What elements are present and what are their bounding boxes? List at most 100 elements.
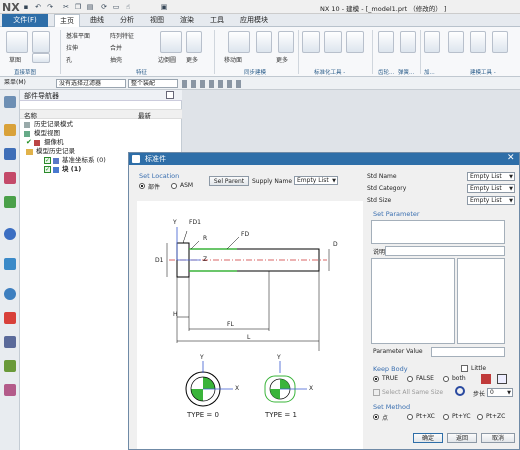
standard-tool-3-icon[interactable]	[346, 31, 364, 53]
gear-tool-icon[interactable]	[378, 31, 394, 53]
select-all-checkbox[interactable]	[373, 389, 380, 396]
tree-node-model-views[interactable]: 模型视图	[34, 129, 60, 138]
datum-plane-button[interactable]: 基准平面	[66, 31, 90, 40]
std-name-dropdown[interactable]: Empty List	[467, 172, 515, 181]
repeat-command-icon[interactable]: ⟳	[100, 3, 108, 11]
square-tool-icon[interactable]	[492, 31, 508, 53]
sel-parent-button[interactable]: Sel Parent	[209, 176, 249, 186]
sync-tools-icon[interactable]	[256, 31, 272, 53]
parameter-text-area[interactable]	[371, 220, 505, 244]
label-fd: FD	[241, 231, 250, 238]
radio-pt-xc[interactable]	[407, 414, 413, 422]
roles-icon[interactable]	[4, 360, 16, 372]
tab-curve[interactable]: 曲线	[84, 14, 110, 27]
radio-pt-yc[interactable]	[443, 414, 449, 422]
pull-button[interactable]: 拉伸	[66, 43, 78, 52]
reuse-library-icon[interactable]	[4, 196, 16, 208]
parameter-list[interactable]	[371, 258, 455, 344]
radio-pt-zc[interactable]	[477, 414, 483, 422]
hole-button[interactable]: 孔	[66, 55, 72, 64]
copy-icon[interactable]: ❐	[74, 3, 82, 11]
settings-icon[interactable]	[4, 96, 16, 108]
tab-analysis[interactable]: 分析	[114, 14, 140, 27]
web-browser-icon[interactable]	[4, 228, 16, 240]
tree-node-history-mode[interactable]: 历史记录模式	[34, 120, 73, 129]
ok-button[interactable]: 确定	[413, 433, 443, 443]
label-d: D	[333, 241, 338, 248]
tree-node-cameras[interactable]: 摄像机	[44, 138, 64, 147]
tab-applications[interactable]: 应用模块	[234, 14, 274, 27]
navigator-close-icon[interactable]	[166, 91, 174, 99]
supply-name-dropdown[interactable]: Empty List	[294, 176, 338, 185]
snap-tools-icons[interactable]	[182, 80, 242, 88]
std-name-label: Std Name	[367, 173, 397, 180]
parameter-values-list[interactable]	[457, 258, 505, 344]
save-icon[interactable]: ▪	[22, 3, 30, 11]
tree-node-model-history[interactable]: 模型历史记录	[36, 147, 75, 156]
std-size-dropdown[interactable]: Empty List	[467, 196, 515, 205]
shell-button[interactable]: 抽壳	[110, 55, 122, 64]
system-materials-icon[interactable]	[4, 312, 16, 324]
radio-both[interactable]	[443, 376, 449, 384]
palette-icon[interactable]	[4, 384, 16, 396]
table-icon[interactable]	[497, 374, 507, 384]
little-checkbox[interactable]	[461, 365, 468, 372]
color-icon[interactable]	[481, 374, 491, 384]
tree-node-datum-csys[interactable]: 基准坐标系 (0)	[62, 156, 106, 165]
std-category-dropdown[interactable]: Empty List	[467, 184, 515, 193]
tab-home[interactable]: 主页	[54, 14, 80, 27]
circle-icon[interactable]	[455, 386, 465, 396]
constraint-navigator-icon[interactable]	[4, 172, 16, 184]
paste-icon[interactable]: ▤	[86, 3, 94, 11]
tree-node-block[interactable]: 块 (1)	[62, 165, 81, 174]
menu-button[interactable]: 菜单(M)	[2, 79, 42, 88]
move-face-icon[interactable]	[228, 31, 250, 53]
checkbox-block[interactable]: ✓	[44, 166, 51, 173]
radio-point[interactable]	[373, 414, 379, 422]
file-menu[interactable]: 文件(F)	[2, 14, 48, 27]
radio-false[interactable]	[407, 376, 413, 384]
radio-true[interactable]	[373, 376, 379, 384]
back-button[interactable]: 返回	[447, 433, 477, 443]
standard-tool-icon[interactable]	[302, 31, 320, 53]
column-name[interactable]: 名称	[24, 110, 37, 120]
undo-icon[interactable]: ↶	[34, 3, 42, 11]
assembly-navigator-icon[interactable]	[4, 148, 16, 160]
edge-blend-icon[interactable]	[160, 31, 182, 53]
window-icon[interactable]: ▭	[112, 3, 120, 11]
more-sync-icon[interactable]	[278, 31, 294, 53]
part-navigator-icon[interactable]	[4, 124, 16, 136]
column-latest[interactable]: 最新	[138, 110, 151, 120]
array-button[interactable]: 阵列特征	[110, 31, 134, 40]
selection-filter-dropdown[interactable]: 没有选择过滤器	[56, 79, 126, 88]
tab-tools[interactable]: 工具	[204, 14, 230, 27]
curve-icon[interactable]	[32, 31, 50, 53]
sketch-icon[interactable]	[6, 31, 28, 53]
circle-tool-icon[interactable]	[470, 31, 486, 53]
checkbox-datum[interactable]: ✓	[44, 157, 51, 164]
touch-mode-icon[interactable]: ☝	[124, 3, 132, 11]
description-field[interactable]	[385, 246, 505, 256]
constraint-icon[interactable]	[32, 53, 50, 63]
parameter-value-field[interactable]	[431, 347, 505, 357]
add-tool-icon[interactable]	[424, 31, 440, 53]
cancel-button[interactable]: 取消	[481, 433, 515, 443]
scope-dropdown[interactable]: 整个装配	[128, 79, 178, 88]
window-menu-icon[interactable]: ▣	[160, 3, 168, 11]
triangle-tool-icon[interactable]	[448, 31, 464, 53]
clock-icon[interactable]	[4, 288, 16, 300]
tab-view[interactable]: 视图	[144, 14, 170, 27]
tab-render[interactable]: 渲染	[174, 14, 200, 27]
step-dropdown[interactable]: 0	[487, 388, 513, 397]
more-features-icon[interactable]	[186, 31, 202, 53]
redo-icon[interactable]: ↷	[46, 3, 54, 11]
close-icon[interactable]: ✕	[507, 154, 515, 163]
process-studio-icon[interactable]	[4, 336, 16, 348]
merge-button[interactable]: 合并	[110, 43, 122, 52]
radio-part[interactable]	[139, 183, 145, 191]
cut-icon[interactable]: ✂	[62, 3, 70, 11]
spring-tool-icon[interactable]	[400, 31, 416, 53]
standard-tool-2-icon[interactable]	[324, 31, 342, 53]
history-icon[interactable]	[4, 258, 16, 270]
radio-asm[interactable]	[171, 183, 177, 191]
